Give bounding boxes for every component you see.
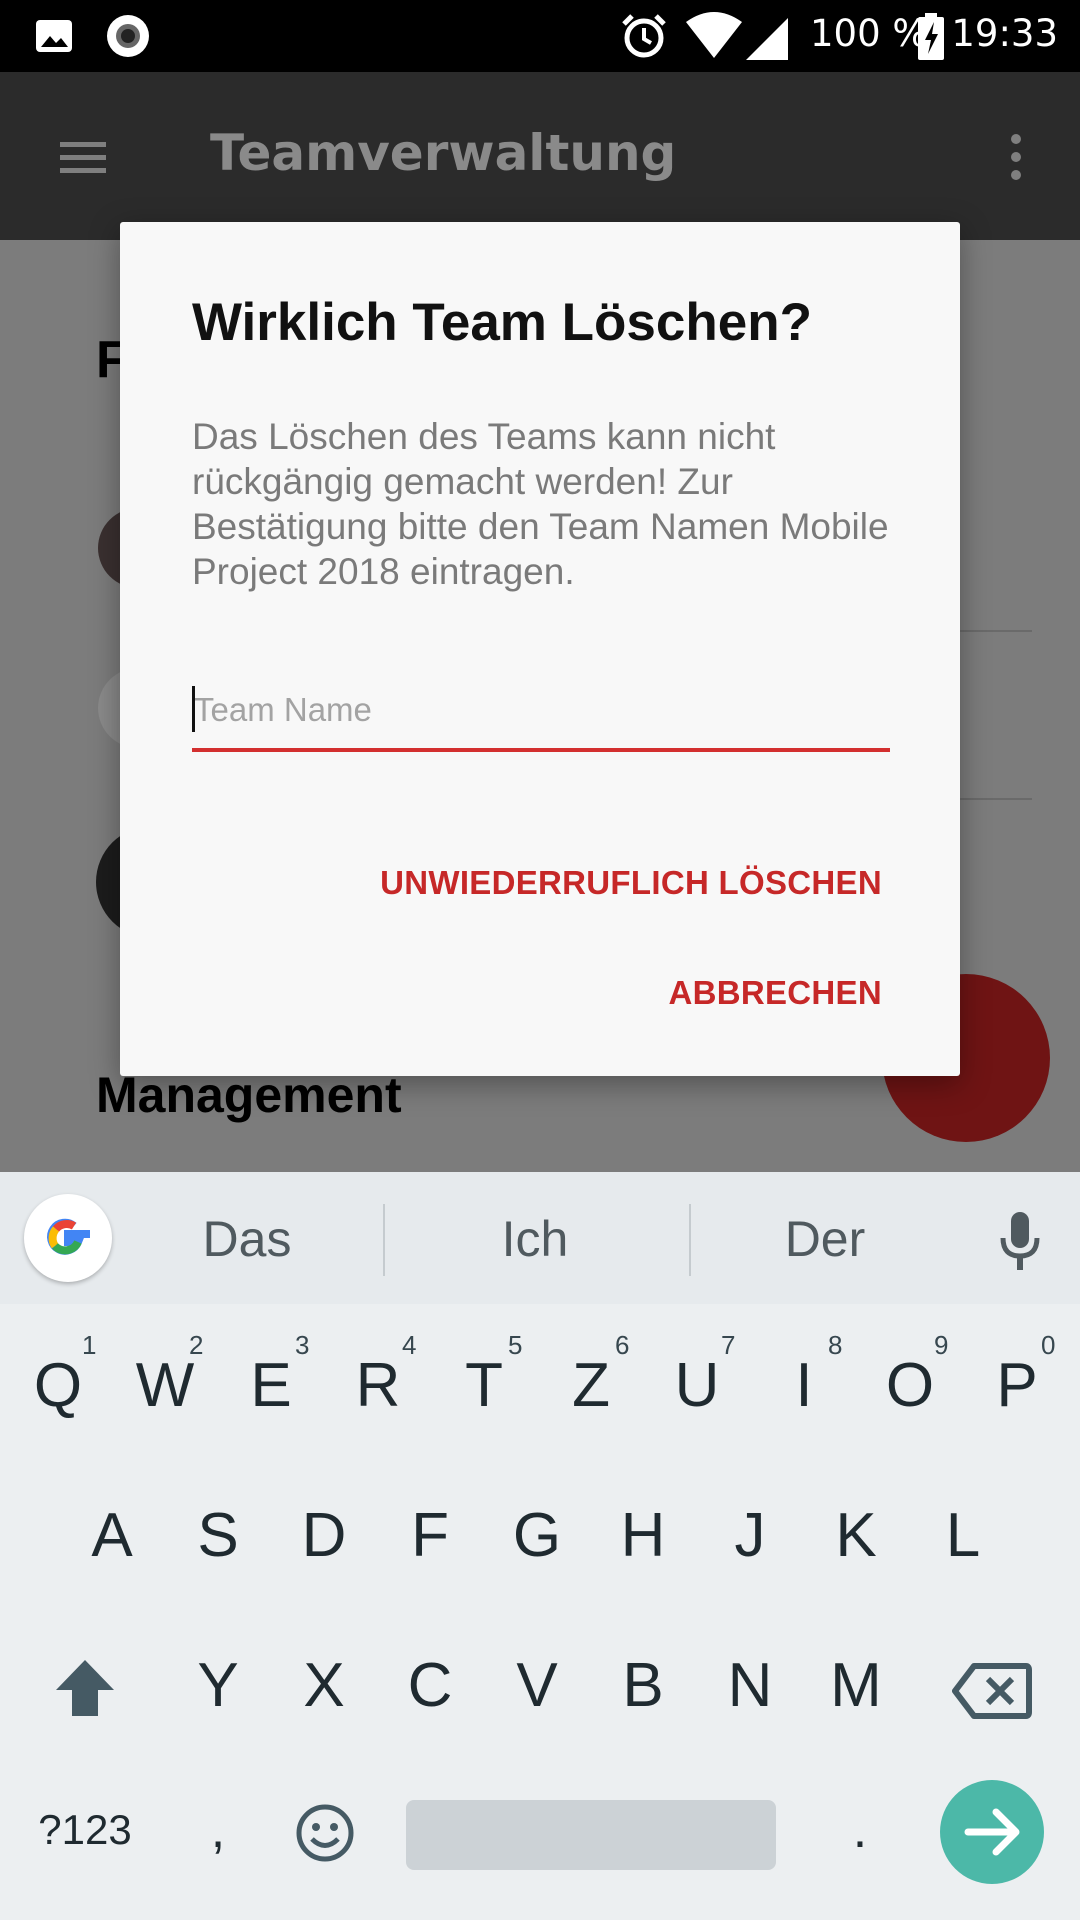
key-hint: 7 [721,1330,736,1360]
alarm-icon [622,14,666,58]
battery-charging-icon [918,13,944,60]
google-logo-icon[interactable] [24,1194,112,1282]
signal-icon [746,18,788,60]
confirm-delete-button[interactable]: UNWIEDERRUFLICH LÖSCHEN [380,864,882,902]
arrow-right-icon [964,1808,1020,1856]
key-j[interactable]: J [700,1500,800,1571]
record-icon [107,15,149,57]
key-f[interactable]: F [380,1500,480,1571]
list-divider [960,630,1032,632]
emoji-icon[interactable] [294,1802,356,1864]
dialog-message: Das Löschen des Teams kann nicht rückgän… [192,416,889,592]
key-hint: 5 [508,1330,523,1360]
backspace-icon[interactable] [952,1662,1032,1720]
key-g[interactable]: G [487,1500,587,1571]
wifi-icon [686,12,742,58]
key-n[interactable]: N [700,1650,800,1721]
app-bar: Teamverwaltung [0,72,1080,240]
dialog-title: Wirklich Team Löschen? [192,293,812,352]
key-hint: 6 [615,1330,630,1360]
key-v[interactable]: V [487,1650,587,1721]
key-hint: 9 [934,1330,949,1360]
status-bar: 100 % 19:33 [0,0,1080,72]
symbols-key[interactable]: ?123 [30,1806,140,1854]
key-hint: 2 [189,1330,204,1360]
app-title: Teamverwaltung [210,124,677,182]
key-a[interactable]: A [62,1500,162,1571]
clock: 19:33 [951,12,1058,55]
key-hint: 3 [295,1330,310,1360]
period-key[interactable]: . [810,1800,910,1860]
suggestion-divider [689,1204,691,1276]
list-divider [960,798,1032,800]
key-l[interactable]: L [913,1500,1013,1571]
key-x[interactable]: X [274,1650,374,1721]
key-hint: 8 [828,1330,843,1360]
suggestion-2[interactable]: Ich [435,1210,635,1268]
suggestion-strip: Das Ich Der [0,1172,1080,1304]
delete-team-dialog: Wirklich Team Löschen? Das Löschen des T… [120,222,960,1076]
key-d[interactable]: D [274,1500,374,1571]
key-h[interactable]: H [593,1500,693,1571]
suggestion-divider [383,1204,385,1276]
enter-button[interactable] [940,1780,1044,1884]
image-icon [36,20,72,52]
team-name-input[interactable] [192,680,890,752]
key-m[interactable]: M [806,1650,906,1721]
comma-key[interactable]: , [168,1800,268,1860]
key-hint: 1 [82,1330,97,1360]
key-b[interactable]: B [593,1650,693,1721]
text-cursor [192,686,195,732]
key-y[interactable]: Y [168,1650,268,1721]
key-c[interactable]: C [380,1650,480,1721]
battery-percentage: 100 % [810,12,928,55]
space-bar[interactable] [406,1800,776,1870]
hamburger-menu-icon[interactable] [58,138,108,178]
shift-icon[interactable] [52,1656,118,1720]
more-vert-icon[interactable] [1004,132,1028,182]
suggestion-3[interactable]: Der [725,1210,925,1268]
suggestion-1[interactable]: Das [147,1210,347,1268]
key-s[interactable]: S [168,1500,268,1571]
key-hint: 4 [402,1330,417,1360]
key-hint: 0 [1041,1330,1056,1360]
key-k[interactable]: K [806,1500,906,1571]
cancel-button[interactable]: ABBRECHEN [668,974,882,1012]
microphone-icon[interactable] [998,1210,1042,1274]
